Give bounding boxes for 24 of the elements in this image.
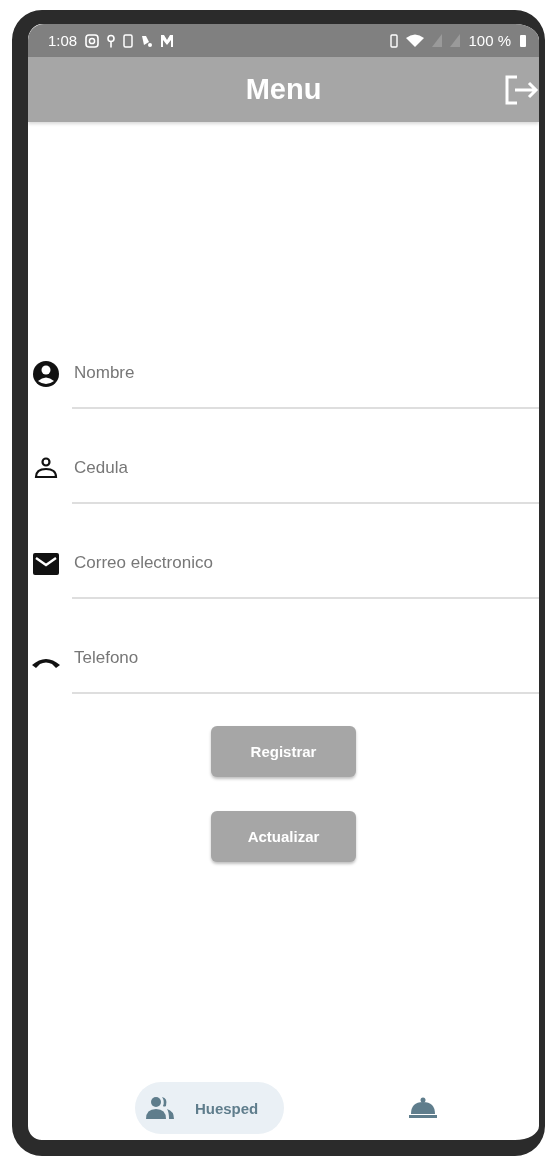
input-field[interactable]: Correo electronico (72, 536, 539, 599)
signal-icon (450, 34, 461, 47)
service-bell-icon (408, 1097, 439, 1119)
nav-tab[interactable]: Huesped (134, 1082, 285, 1134)
battery-icon (519, 33, 527, 48)
vibrate-icon (390, 33, 399, 48)
people-icon (144, 1096, 175, 1120)
update-button[interactable]: Actualizar (211, 811, 356, 862)
camera-app-icon (85, 33, 100, 48)
signal-icon (432, 34, 443, 47)
account-circle-icon (32, 360, 60, 388)
wifi-icon (406, 33, 425, 48)
location-pin-icon (107, 33, 116, 48)
phone-device-icon (123, 33, 134, 48)
status-time: 1:08 (48, 32, 78, 49)
input-field[interactable]: Nombre (72, 346, 539, 409)
logout-icon[interactable] (505, 75, 539, 105)
envelope-icon (32, 550, 60, 578)
input-field[interactable]: Cedula (72, 441, 539, 504)
app-title: Menu (245, 73, 322, 106)
battery-percent: 100 % (468, 32, 511, 49)
m-logo-icon (161, 33, 174, 48)
register-button[interactable]: Registrar (211, 726, 356, 777)
input-field[interactable]: Telefono (72, 631, 539, 694)
